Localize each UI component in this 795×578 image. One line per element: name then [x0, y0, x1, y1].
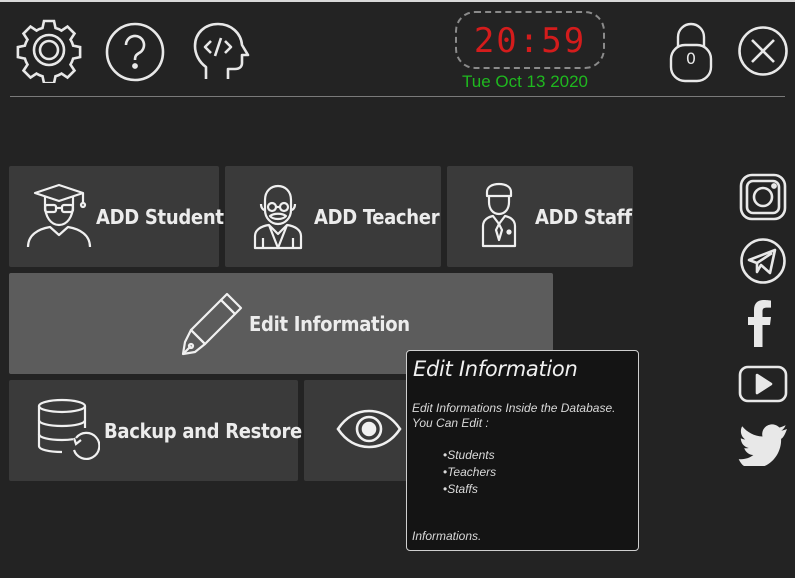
student-icon: [25, 183, 93, 249]
tooltip-list-item: Staffs: [443, 481, 496, 498]
backup-restore-label: Backup and Restore: [104, 419, 302, 443]
telegram-icon[interactable]: [739, 237, 787, 285]
add-staff-button[interactable]: ADD Staff: [447, 166, 633, 267]
tooltip-description: Edit Informations Inside the Database. Y…: [412, 401, 616, 430]
add-staff-label: ADD Staff: [535, 205, 632, 229]
close-icon[interactable]: [737, 25, 789, 77]
add-teacher-label: ADD Teacher: [314, 205, 440, 229]
eye-icon: [336, 408, 402, 450]
tooltip-list-item: Teachers: [443, 464, 496, 481]
gear-icon[interactable]: [15, 17, 83, 83]
backup-restore-button[interactable]: Backup and Restore: [9, 380, 302, 481]
window-top-border: [0, 0, 795, 2]
view-button[interactable]: [304, 380, 408, 481]
facebook-icon[interactable]: [745, 299, 779, 347]
database-icon: [36, 398, 100, 464]
clock-date: Tue Oct 13 2020: [462, 72, 589, 91]
digital-clock: 20:59: [455, 11, 605, 69]
add-teacher-button[interactable]: ADD Teacher: [225, 166, 441, 267]
edit-information-label: Edit Information: [249, 312, 410, 336]
add-student-label: ADD Student: [96, 205, 224, 229]
header-separator: [10, 96, 785, 97]
twitter-icon[interactable]: [738, 424, 788, 466]
tooltip-title: Edit Information: [413, 357, 578, 381]
lock-count: 0: [685, 49, 697, 68]
teacher-icon: [253, 184, 303, 250]
add-student-button[interactable]: ADD Student: [9, 166, 224, 267]
question-icon[interactable]: [104, 21, 166, 83]
pen-icon: [179, 290, 247, 358]
tooltip-list-item: Students: [443, 447, 496, 464]
instagram-icon[interactable]: [738, 172, 788, 222]
staff-icon: [481, 182, 517, 248]
developer-head-icon[interactable]: [192, 21, 250, 83]
youtube-icon[interactable]: [738, 365, 788, 403]
tooltip-footer: Informations.: [412, 529, 482, 543]
clock-time: 20:59: [473, 21, 587, 61]
tooltip-popup: Edit Information Edit Informations Insid…: [406, 350, 639, 551]
tooltip-list: Students Teachers Staffs: [443, 447, 496, 498]
